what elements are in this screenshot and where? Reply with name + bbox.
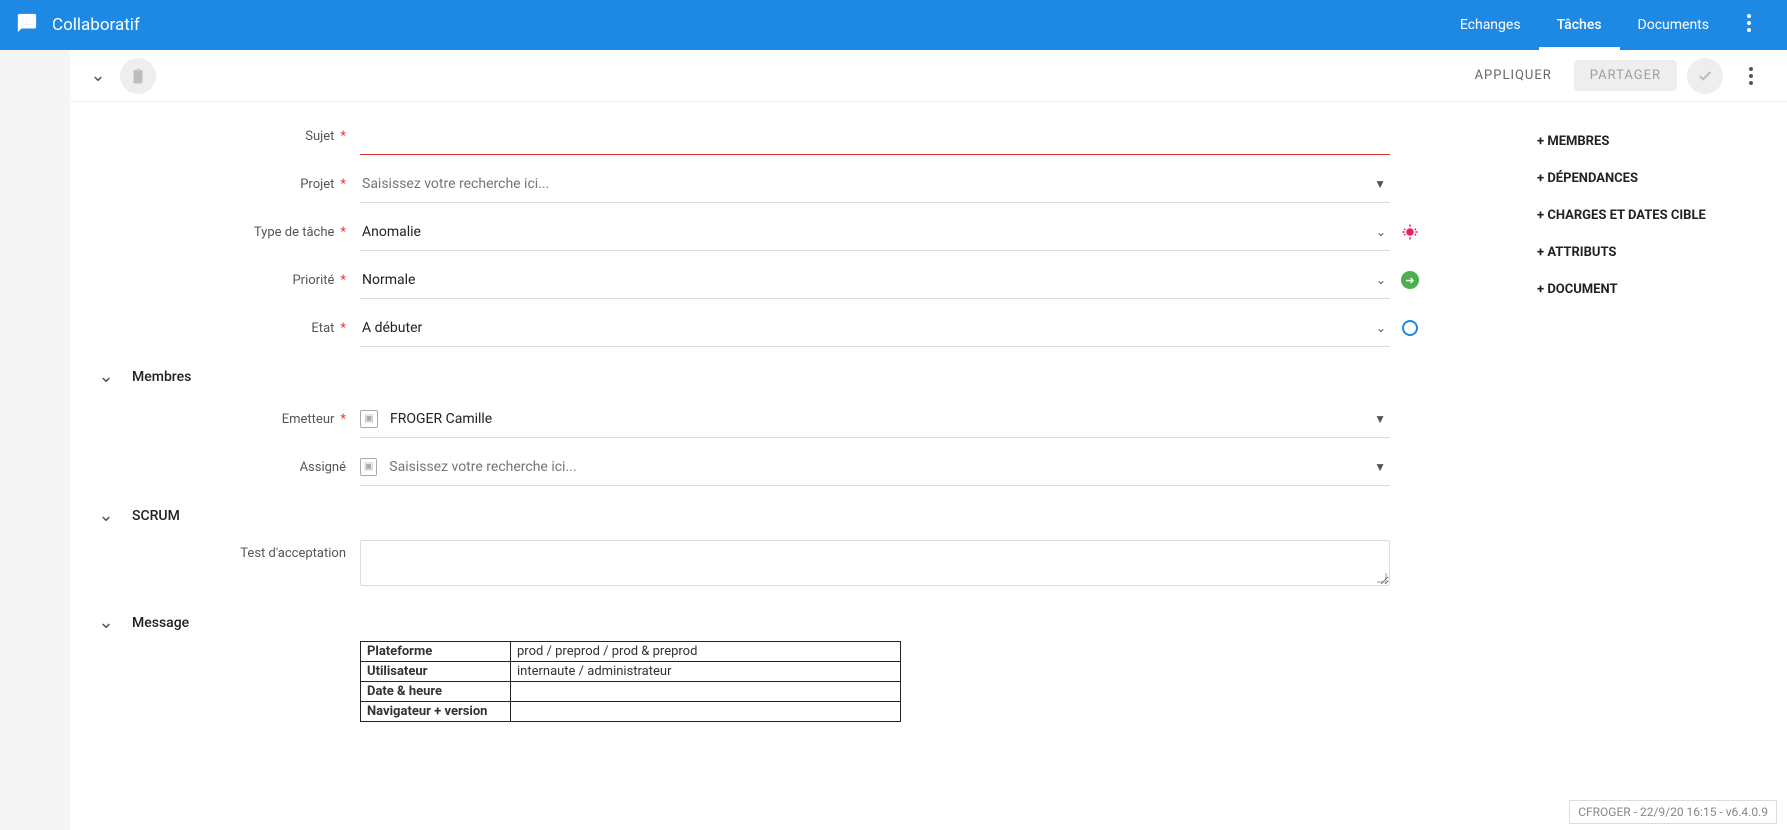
topbar: Collaboratif Echanges Tâches Documents [0,0,1787,50]
chat-icon [16,12,38,39]
add-charges-link[interactable]: + CHARGES ET DATES CIBLE [1537,198,1777,235]
add-attributes-link[interactable]: + ATTRIBUTS [1537,235,1777,272]
test-accept-textarea[interactable] [360,540,1390,586]
required-mark: * [340,129,346,144]
side-links: + MEMBRES + DÉPENDANCES + CHARGES ET DAT… [1537,102,1787,762]
label-state: Etat [311,321,334,336]
table-row: Date & heure [361,682,901,702]
chevron-down-icon[interactable]: ⌄ [96,612,116,633]
label-emitter: Emetteur [282,412,335,427]
status-circle-icon [1390,320,1430,336]
toolbar: ⌄ APPLIQUER PARTAGER [70,50,1787,102]
project-input[interactable] [360,170,1370,198]
priority-select[interactable]: Normale [360,266,1372,294]
clipboard-icon[interactable] [120,58,156,94]
label-test-accept: Test d'acceptation [240,546,346,561]
label-subject: Sujet [305,129,334,144]
label-priority: Priorité [292,273,334,288]
chevron-down-icon[interactable]: ⌄ [1372,269,1390,291]
main-panel: ⌄ APPLIQUER PARTAGER Sujet * [70,50,1787,830]
table-row: Utilisateurinternaute / administrateur [361,662,901,682]
more-button[interactable] [1733,58,1769,94]
form-area: Sujet * Projet * ▼ [70,102,1537,762]
section-message[interactable]: ⌄ Message [70,586,1537,641]
share-button[interactable]: PARTAGER [1574,60,1677,91]
tab-taches[interactable]: Tâches [1539,1,1620,50]
topbar-left: Collaboratif [16,12,140,39]
label-assignee: Assigné [300,460,346,475]
collapse-toggle[interactable]: ⌄ [88,65,108,86]
label-project: Projet [300,177,334,192]
tab-echanges[interactable]: Echanges [1442,1,1539,50]
chevron-down-icon[interactable]: ▼ [1370,408,1390,430]
tasktype-select[interactable]: Anomalie [360,218,1372,246]
app-title: Collaboratif [52,15,140,35]
section-scrum[interactable]: ⌄ SCRUM [70,491,1537,534]
chevron-down-icon[interactable]: ⌄ [1372,317,1390,339]
user-badge-icon: ▣ [360,458,377,476]
emitter-select[interactable]: FROGER Camille [388,405,1370,433]
topbar-tabs: Echanges Tâches Documents [1442,1,1771,50]
user-badge-icon: ▣ [360,410,378,428]
topbar-more-button[interactable] [1727,14,1771,36]
arrow-right-circle-icon: ➔ [1390,271,1430,289]
table-row: Navigateur + version [361,702,901,722]
chevron-down-icon[interactable]: ⌄ [96,505,116,526]
chevron-down-icon[interactable]: ⌄ [1372,221,1390,243]
bug-icon [1390,223,1430,241]
assignee-input[interactable] [387,453,1370,481]
message-template-table: Plateformeprod / preprod / prod & prepro… [360,641,901,722]
footer-status: CFROGER - 22/9/20 16:15 - v6.4.0.9 [1569,800,1777,824]
tab-documents[interactable]: Documents [1620,1,1727,50]
done-button[interactable] [1687,58,1723,94]
section-members[interactable]: ⌄ Membres [70,352,1537,395]
chevron-down-icon[interactable]: ⌄ [96,366,116,387]
label-tasktype: Type de tâche [254,225,335,240]
subject-input[interactable] [360,122,1390,150]
add-members-link[interactable]: + MEMBRES [1537,124,1777,161]
project-dropdown-icon[interactable]: ▼ [1370,173,1390,195]
chevron-down-icon[interactable]: ▼ [1370,456,1390,478]
state-select[interactable]: A débuter [360,314,1372,342]
table-row: Plateformeprod / preprod / prod & prepro… [361,642,901,662]
add-dependencies-link[interactable]: + DÉPENDANCES [1537,161,1777,198]
add-document-link[interactable]: + DOCUMENT [1537,272,1777,309]
apply-button[interactable]: APPLIQUER [1463,60,1564,91]
